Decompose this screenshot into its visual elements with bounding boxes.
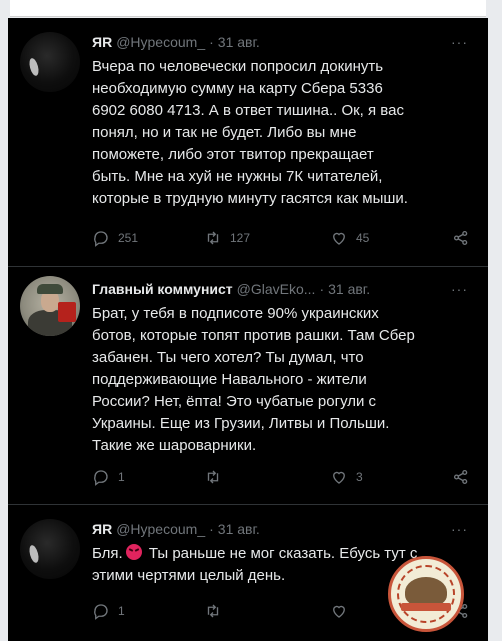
tweet-header: Главный коммунист @GlavEko... · 31 авг. bbox=[92, 281, 370, 297]
like-count: 3 bbox=[356, 470, 363, 484]
tweet-text-part: Бля. bbox=[92, 545, 123, 562]
display-name[interactable]: ЯR bbox=[92, 34, 112, 50]
retweet-icon bbox=[207, 231, 219, 245]
heart-icon bbox=[333, 471, 345, 484]
round-stamp-logo bbox=[388, 556, 464, 632]
tweet-header: ЯR @Hypecoum_ · 31 авг. bbox=[92, 521, 260, 537]
user-handle[interactable]: @Hypecoum_ bbox=[116, 521, 205, 537]
separator-dot: · bbox=[209, 521, 214, 537]
retweet-icon bbox=[207, 604, 219, 618]
tweet-date[interactable]: 31 авг. bbox=[218, 34, 260, 50]
tweet[interactable]: Главный коммунист @GlavEko... · 31 авг. ···… bbox=[8, 267, 488, 505]
share-button[interactable] bbox=[452, 228, 470, 248]
retweet-count: 127 bbox=[230, 231, 251, 245]
retweet-icon bbox=[207, 470, 219, 484]
share-icon bbox=[453, 230, 468, 246]
like-count: 45 bbox=[356, 231, 370, 245]
reply-button[interactable]: 1 bbox=[92, 467, 125, 487]
reply-button[interactable]: 251 bbox=[92, 228, 138, 248]
avatar-glint bbox=[27, 57, 41, 77]
tweet-date[interactable]: 31 авг. bbox=[218, 521, 260, 537]
more-options-icon[interactable]: ··· bbox=[451, 521, 468, 537]
avatar-hat bbox=[37, 284, 63, 294]
stamp-band bbox=[401, 603, 451, 611]
reply-icon bbox=[94, 231, 108, 247]
share-button[interactable] bbox=[452, 467, 470, 487]
user-handle[interactable]: @Hypecoum_ bbox=[116, 34, 205, 50]
retweet-button[interactable] bbox=[204, 601, 230, 621]
reply-button[interactable]: 1 bbox=[92, 601, 125, 621]
reply-count: 251 bbox=[118, 231, 139, 245]
reply-count: 1 bbox=[118, 604, 125, 618]
tweet-actions: 1 3 bbox=[92, 467, 472, 487]
separator-dot: · bbox=[319, 281, 325, 297]
reply-icon bbox=[94, 470, 108, 486]
tweet-text: Брат, у тебя в подписоте 90% украинских … bbox=[92, 305, 415, 454]
reply-count: 1 bbox=[118, 470, 125, 484]
tweet-actions: 251 127 45 bbox=[92, 228, 472, 248]
separator-dot: · bbox=[209, 34, 214, 50]
like-button[interactable]: 45 bbox=[330, 228, 369, 248]
like-button[interactable] bbox=[330, 601, 356, 621]
tweet[interactable]: ЯR @Hypecoum_ · 31 авг. ··· Вчера по челове… bbox=[8, 18, 488, 270]
display-name[interactable]: Главный коммунист bbox=[92, 281, 233, 297]
display-name[interactable]: ЯR bbox=[92, 521, 112, 537]
heart-icon bbox=[333, 232, 345, 245]
avatar-glint bbox=[27, 544, 41, 564]
retweet-button[interactable]: 127 bbox=[204, 228, 250, 248]
tweet-text: Вчера по человечески попросил докинуть н… bbox=[92, 58, 408, 207]
user-handle[interactable]: @GlavEko... bbox=[237, 281, 316, 297]
share-icon bbox=[453, 469, 468, 485]
tweet-date[interactable]: 31 авг. bbox=[328, 281, 370, 297]
more-options-icon[interactable]: ··· bbox=[451, 34, 468, 50]
avatar[interactable] bbox=[20, 32, 80, 92]
retweet-button[interactable] bbox=[204, 467, 230, 487]
avatar-flag bbox=[58, 302, 76, 322]
like-button[interactable]: 3 bbox=[330, 467, 363, 487]
tweet-thread: ЯR @Hypecoum_ · 31 авг. ··· Вчера по челове… bbox=[8, 18, 488, 641]
avatar[interactable] bbox=[20, 519, 80, 579]
top-bar bbox=[10, 0, 486, 17]
heart-icon bbox=[333, 605, 345, 618]
avatar[interactable] bbox=[20, 276, 80, 336]
more-options-icon[interactable]: ··· bbox=[451, 281, 468, 297]
reply-icon bbox=[94, 604, 108, 620]
tweet-header: ЯR @Hypecoum_ · 31 авг. bbox=[92, 34, 260, 50]
angry-face-icon bbox=[125, 544, 142, 560]
